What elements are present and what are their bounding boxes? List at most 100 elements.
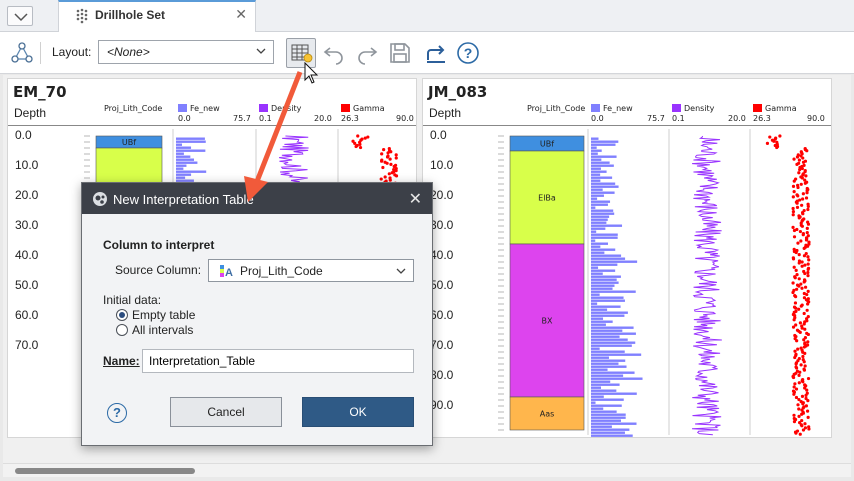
fe-bar <box>591 212 615 215</box>
close-tab-icon[interactable]: ✕ <box>235 6 247 23</box>
gamma-point <box>772 139 776 143</box>
gamma-point <box>796 403 800 407</box>
fe-bar <box>176 152 184 155</box>
gamma-point <box>807 258 811 262</box>
gamma-point <box>803 263 807 267</box>
help-icon[interactable]: ? <box>107 403 127 423</box>
gamma-point <box>797 307 801 311</box>
empty-table-option[interactable]: Empty table <box>132 308 195 322</box>
gamma-point <box>794 268 798 272</box>
save-icon[interactable] <box>388 41 412 65</box>
layout-select[interactable]: <None> <box>98 40 274 64</box>
gamma-point <box>798 370 802 374</box>
log-plot: UBf ElBa BX Aas <box>498 129 811 437</box>
depth-tick-label: 20.0 <box>15 188 39 202</box>
fe-bar <box>591 296 624 299</box>
undo-icon[interactable] <box>322 41 346 65</box>
fe-bar <box>591 383 620 386</box>
fe-bar <box>591 350 625 353</box>
fe-bar <box>591 263 618 266</box>
redo-icon[interactable] <box>355 41 379 65</box>
fe-bar <box>591 152 598 155</box>
gamma-point <box>802 345 806 349</box>
gamma-point <box>386 151 390 155</box>
fe-bar <box>591 314 625 317</box>
tab-drillhole-set[interactable]: Drillhole Set ✕ <box>58 0 256 33</box>
gamma-point <box>801 156 805 160</box>
depth-tick-label: 20.0 <box>430 188 454 202</box>
gamma-point <box>804 174 808 178</box>
ok-button[interactable]: OK <box>302 397 414 427</box>
fe-bar <box>591 257 626 260</box>
gamma-point <box>795 205 800 209</box>
fe-bar <box>591 284 615 287</box>
fe-bar <box>591 218 608 221</box>
all-intervals-option[interactable]: All intervals <box>132 323 193 337</box>
lith-code-label: UBf <box>540 140 554 149</box>
gamma-point <box>354 144 358 149</box>
fe-bar <box>591 182 616 185</box>
gamma-point <box>791 257 796 261</box>
gamma-point <box>801 354 805 359</box>
new-interpretation-table-button[interactable] <box>286 38 316 68</box>
collapse-button[interactable] <box>7 6 33 26</box>
close-icon[interactable]: ✕ <box>409 189 422 209</box>
all-intervals-radio[interactable] <box>116 324 128 336</box>
source-column-select[interactable]: A Proj_Lith_Code <box>208 259 414 282</box>
scrollbar-thumb[interactable] <box>15 468 195 474</box>
fe-bar <box>591 230 597 233</box>
gamma-point <box>806 207 810 212</box>
fe-bar <box>591 431 625 434</box>
fe-bar <box>591 392 637 395</box>
gamma-point <box>806 267 810 271</box>
gamma-point <box>792 179 796 183</box>
network-icon[interactable] <box>10 41 34 65</box>
fe-bar <box>176 167 184 170</box>
fe-bar <box>591 290 636 293</box>
gamma-point <box>798 321 802 325</box>
gamma-point <box>793 349 797 353</box>
gamma-point <box>802 338 806 342</box>
fe-bar <box>591 404 622 407</box>
empty-table-radio[interactable] <box>116 309 128 321</box>
name-input[interactable] <box>142 349 414 373</box>
fe-bar <box>591 278 617 281</box>
gamma-point <box>797 253 801 257</box>
gamma-point <box>805 149 809 153</box>
gamma-point <box>778 134 782 138</box>
fe-bar <box>591 209 614 212</box>
gamma-point <box>806 340 810 344</box>
depth-tick-label: 60.0 <box>15 308 39 322</box>
fe-bar <box>176 176 186 179</box>
fe-bar <box>176 173 192 176</box>
help-icon[interactable]: ? <box>456 41 480 65</box>
gamma-point <box>799 363 803 367</box>
gamma-point <box>801 212 805 216</box>
gamma-point <box>381 165 385 170</box>
fe-bar <box>591 434 633 437</box>
fe-bar <box>591 242 608 245</box>
fe-bar <box>176 137 205 140</box>
gamma-point <box>394 153 398 157</box>
gamma-point <box>792 413 796 417</box>
gamma-point <box>797 171 801 175</box>
density-trace <box>692 135 722 436</box>
fe-bar <box>591 137 599 140</box>
fe-bar <box>591 332 636 335</box>
cancel-button[interactable]: Cancel <box>170 397 282 427</box>
horizontal-scrollbar[interactable] <box>3 463 851 477</box>
tab-bar: Drillhole Set ✕ <box>0 0 854 33</box>
share-icon[interactable] <box>424 41 448 65</box>
gamma-point <box>802 280 806 284</box>
fe-bar <box>591 203 608 206</box>
gamma-point <box>389 162 393 166</box>
hole-panel-jm083[interactable]: JM_083 Depth Proj_Lith_Code Fe_new Densi… <box>422 78 832 438</box>
gamma-point <box>792 190 796 194</box>
gamma-point <box>800 264 804 268</box>
fe-bar <box>591 386 602 389</box>
fe-bar <box>591 401 596 404</box>
gamma-point <box>796 347 800 351</box>
gamma-point <box>797 277 801 281</box>
gamma-point <box>799 239 803 243</box>
dialog-titlebar[interactable]: New Interpretation Table ✕ <box>82 183 432 214</box>
